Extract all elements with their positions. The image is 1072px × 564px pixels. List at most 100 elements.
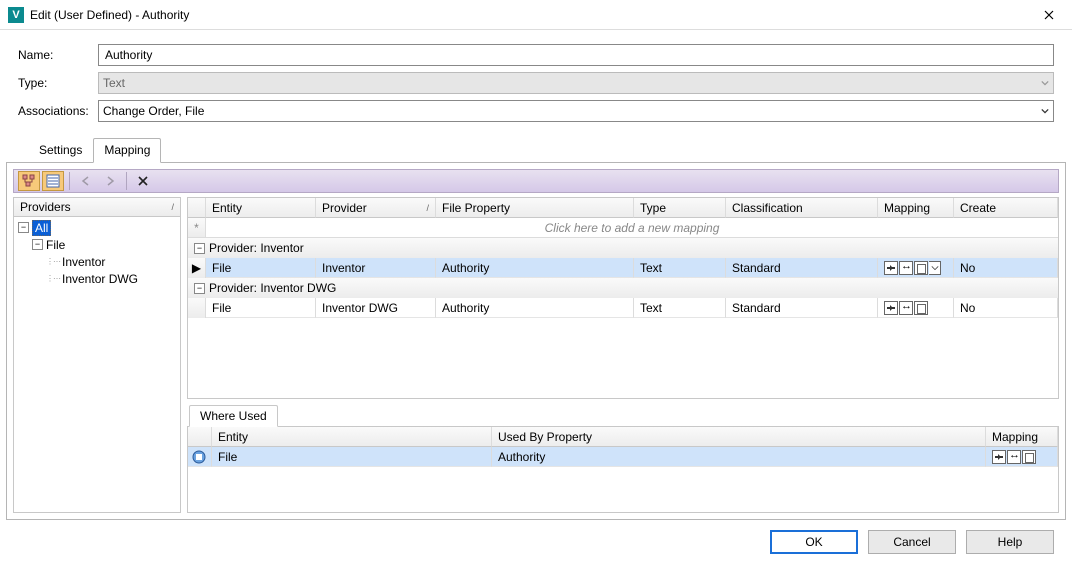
cell-entity: File xyxy=(206,298,316,318)
close-button[interactable] xyxy=(1026,0,1072,30)
tree-icon xyxy=(22,174,36,188)
chevron-down-icon xyxy=(1041,104,1049,118)
col-type[interactable]: Type xyxy=(634,198,726,218)
cancel-button[interactable]: Cancel xyxy=(868,530,956,554)
tree-label: Inventor DWG xyxy=(62,272,138,286)
list-view-button[interactable] xyxy=(42,171,64,191)
toolbar-separator xyxy=(126,172,127,190)
window-title: Edit (User Defined) - Authority xyxy=(30,8,1026,22)
collapse-icon[interactable]: − xyxy=(194,283,205,294)
type-label: Type: xyxy=(18,76,98,90)
grid-corner xyxy=(188,427,212,447)
type-value: Text xyxy=(103,76,125,90)
col-entity[interactable]: Entity xyxy=(212,427,492,447)
col-provider[interactable]: Provider / xyxy=(316,198,436,218)
associations-select[interactable]: Change Order, File xyxy=(98,100,1054,122)
cell-provider: Inventor DWG xyxy=(316,298,436,318)
cell-mapping xyxy=(986,447,1058,467)
associations-label: Associations: xyxy=(18,104,98,118)
file-entity-icon xyxy=(191,449,207,465)
cell-entity: File xyxy=(212,447,492,467)
entity-icon xyxy=(188,447,212,467)
delete-icon xyxy=(137,175,149,187)
tree-node-all[interactable]: − All xyxy=(14,219,180,236)
where-used-panel: Where Used Entity Used By Property Mappi… xyxy=(187,405,1059,513)
tree-node-inventor[interactable]: ⋮⋯ Inventor xyxy=(14,253,180,270)
title-bar: V Edit (User Defined) - Authority xyxy=(0,0,1072,30)
cell-used-by: Authority xyxy=(492,447,986,467)
col-used-by[interactable]: Used By Property xyxy=(492,427,986,447)
delete-button[interactable] xyxy=(132,171,154,191)
add-mapping-hint: Click here to add a new mapping xyxy=(206,218,1058,237)
cell-file-property[interactable]: Authority xyxy=(436,258,634,278)
tab-where-used[interactable]: Where Used xyxy=(189,405,278,427)
form-area: Name: Type: Text Associations: Change Or… xyxy=(0,30,1072,134)
arrow-left-icon xyxy=(80,175,92,187)
associations-value: Change Order, File xyxy=(103,104,204,118)
add-mapping-row[interactable]: * Click here to add a new mapping xyxy=(188,218,1058,238)
providers-header[interactable]: Providers / xyxy=(13,197,181,217)
map-read-icon xyxy=(884,301,898,315)
app-icon: V xyxy=(8,7,24,23)
providers-tree: − All − File ⋮⋯ Inventor ⋮⋯ Inventor DWG xyxy=(13,217,181,513)
cell-mapping[interactable] xyxy=(878,258,954,278)
tree-node-file[interactable]: − File xyxy=(14,236,180,253)
map-read-icon xyxy=(992,450,1006,464)
cell-entity: File xyxy=(206,258,316,278)
where-used-row[interactable]: File Authority xyxy=(188,447,1058,467)
mapping-row[interactable]: File Inventor DWG Authority Text Standar… xyxy=(188,298,1058,318)
ok-button[interactable]: OK xyxy=(770,530,858,554)
name-input[interactable] xyxy=(98,44,1054,66)
map-bidir-icon xyxy=(899,261,913,275)
where-used-header: Entity Used By Property Mapping xyxy=(188,427,1058,447)
collapse-icon[interactable]: − xyxy=(194,243,205,254)
mapping-toolbar xyxy=(13,169,1059,193)
where-used-tabstrip: Where Used xyxy=(187,405,1059,427)
row-indicator-icon xyxy=(188,298,206,318)
tree-label: Inventor xyxy=(62,255,105,269)
tree-connector-icon: ⋮⋯ xyxy=(46,257,60,266)
type-select: Text xyxy=(98,72,1054,94)
cell-file-property[interactable]: Authority xyxy=(436,298,634,318)
chevron-down-icon[interactable] xyxy=(929,261,941,275)
sort-indicator-icon: / xyxy=(171,202,174,212)
tab-mapping[interactable]: Mapping xyxy=(93,138,161,163)
col-mapping[interactable]: Mapping xyxy=(878,198,954,218)
map-read-icon xyxy=(884,261,898,275)
sort-indicator-icon: / xyxy=(426,203,429,213)
col-file-property[interactable]: File Property xyxy=(436,198,634,218)
tree-node-inventor-dwg[interactable]: ⋮⋯ Inventor DWG xyxy=(14,270,180,287)
col-entity[interactable]: Entity xyxy=(206,198,316,218)
cell-provider: Inventor xyxy=(316,258,436,278)
col-provider-label: Provider xyxy=(322,201,367,215)
collapse-icon[interactable]: − xyxy=(18,222,29,233)
map-doc-icon xyxy=(914,301,928,315)
tree-label: All xyxy=(32,220,51,236)
help-button[interactable]: Help xyxy=(966,530,1054,554)
group-provider-inventor[interactable]: − Provider: Inventor xyxy=(188,238,1058,258)
tree-view-button[interactable] xyxy=(18,171,40,191)
arrow-right-icon xyxy=(104,175,116,187)
col-mapping[interactable]: Mapping xyxy=(986,427,1058,447)
mapping-row[interactable]: ▶ File Inventor Authority Text Standard xyxy=(188,258,1058,278)
cell-classification: Standard xyxy=(726,258,878,278)
group-label: Provider: Inventor xyxy=(209,241,304,255)
cell-create[interactable]: No xyxy=(954,298,1058,318)
col-create[interactable]: Create xyxy=(954,198,1058,218)
move-right-button xyxy=(99,171,121,191)
cell-type: Text xyxy=(634,258,726,278)
tab-settings[interactable]: Settings xyxy=(28,138,93,162)
tree-connector-icon: ⋮⋯ xyxy=(46,274,60,283)
cell-create[interactable]: No xyxy=(954,258,1058,278)
col-classification[interactable]: Classification xyxy=(726,198,878,218)
group-provider-inventor-dwg[interactable]: − Provider: Inventor DWG xyxy=(188,278,1058,298)
tree-label: File xyxy=(46,238,65,252)
collapse-icon[interactable]: − xyxy=(32,239,43,250)
cell-mapping[interactable] xyxy=(878,298,954,318)
name-label: Name: xyxy=(18,48,98,62)
dialog-buttons: OK Cancel Help xyxy=(0,520,1072,564)
row-indicator-icon: ▶ xyxy=(188,258,206,278)
cell-classification: Standard xyxy=(726,298,878,318)
move-left-button xyxy=(75,171,97,191)
providers-header-label: Providers xyxy=(20,200,71,214)
